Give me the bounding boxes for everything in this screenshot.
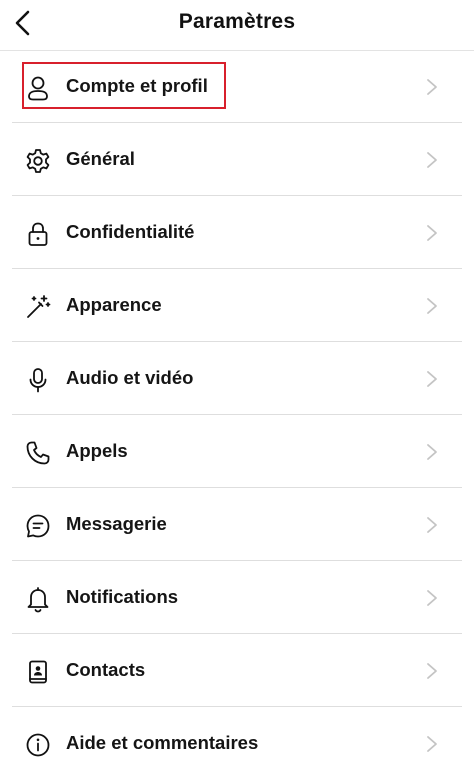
chevron-right-icon xyxy=(427,444,437,460)
settings-item-notifications[interactable]: Notifications xyxy=(0,561,474,634)
settings-item-account-profile[interactable]: Compte et profil xyxy=(0,50,474,123)
phone-icon xyxy=(24,439,52,467)
gear-icon xyxy=(24,147,52,175)
settings-item-messaging[interactable]: Messagerie xyxy=(0,488,474,561)
bell-icon xyxy=(24,585,52,613)
settings-item-label: Notifications xyxy=(66,586,179,607)
page-title: Paramètres xyxy=(178,10,296,33)
settings-item-label: Contacts xyxy=(66,659,146,680)
top-bar: Paramètres xyxy=(0,0,474,51)
settings-item-label: Messagerie xyxy=(66,513,167,534)
person-icon xyxy=(24,74,52,102)
chevron-right-icon xyxy=(427,371,437,387)
settings-item-label: Général xyxy=(66,148,135,169)
settings-item-label: Aide et commentaires xyxy=(66,732,259,753)
settings-item-general[interactable]: Général xyxy=(0,123,474,196)
chevron-right-icon xyxy=(427,590,437,606)
settings-item-label: Apparence xyxy=(66,294,162,315)
settings-item-label: Confidentialité xyxy=(66,221,195,242)
settings-item-audio-video[interactable]: Audio et vidéo xyxy=(0,342,474,415)
chevron-right-icon xyxy=(427,663,437,679)
contact-card-icon xyxy=(24,658,52,686)
settings-item-label: Audio et vidéo xyxy=(66,367,194,388)
chevron-right-icon xyxy=(427,152,437,168)
settings-item-calls[interactable]: Appels xyxy=(0,415,474,488)
settings-item-help-feedback[interactable]: Aide et commentaires xyxy=(0,707,474,780)
chevron-right-icon xyxy=(427,517,437,533)
settings-item-privacy[interactable]: Confidentialité xyxy=(0,196,474,269)
chevron-right-icon xyxy=(427,225,437,241)
settings-item-label: Appels xyxy=(66,440,128,461)
magic-wand-icon xyxy=(24,293,52,321)
microphone-icon xyxy=(24,366,52,394)
settings-item-contacts[interactable]: Contacts xyxy=(0,634,474,707)
chevron-right-icon xyxy=(427,298,437,314)
chat-bubble-icon xyxy=(24,512,52,540)
chevron-right-icon xyxy=(427,79,437,95)
settings-item-label: Compte et profil xyxy=(66,75,208,96)
settings-list: Compte et profil Général Confidentialité xyxy=(0,50,474,780)
chevron-right-icon xyxy=(427,736,437,752)
lock-icon xyxy=(24,220,52,248)
info-icon xyxy=(24,731,52,759)
settings-item-appearance[interactable]: Apparence xyxy=(0,269,474,342)
